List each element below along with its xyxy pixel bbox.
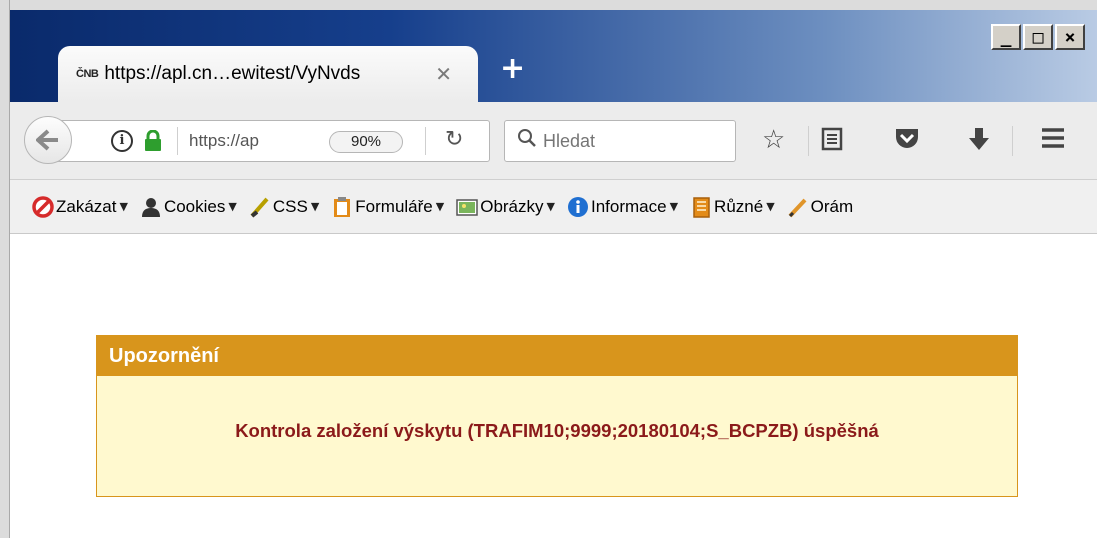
dropdown-caret-icon: ▼ (766, 200, 775, 213)
toolbar-item-label: CSS (272, 196, 308, 216)
reload-icon[interactable]: ↻ (445, 127, 463, 152)
dropdown-caret-icon: ▼ (669, 200, 679, 213)
toolbar-item-disable[interactable]: Zakázat ▼ (32, 195, 128, 218)
misc-icon (690, 196, 712, 218)
url-bar[interactable]: i https://ap 90% ↻ (50, 120, 490, 162)
menu-icon[interactable] (1040, 126, 1066, 156)
tab-close-icon[interactable]: ✕ (435, 62, 452, 86)
tab-favicon-icon: ČNB (76, 68, 99, 80)
alert-title: Upozornění (97, 336, 1017, 376)
dropdown-caret-icon: ▼ (119, 200, 128, 213)
cookies-icon (140, 196, 162, 218)
css-icon (249, 196, 271, 218)
info-icon[interactable]: i (111, 130, 133, 152)
zoom-level-badge[interactable]: 90% (329, 131, 403, 153)
window-frame-top (0, 0, 1097, 10)
toolbar-separator-2 (1012, 126, 1013, 156)
outline-icon (787, 196, 809, 218)
active-tab[interactable]: ČNB https://apl.cn…ewitest/VyNvds ✕ (58, 46, 478, 102)
dropdown-caret-icon: ▼ (435, 200, 445, 213)
close-window-button[interactable]: × (1055, 24, 1085, 50)
reading-list-icon[interactable] (820, 126, 844, 158)
title-bar: _ □ × ČNB https://apl.cn…ewitest/VyNvds … (10, 10, 1097, 102)
toolbar-item-label: Orám (810, 196, 854, 216)
toolbar-item-label: Různé (714, 196, 764, 216)
toolbar-item-label: Formuláře (355, 196, 433, 216)
maximize-button[interactable]: □ (1023, 24, 1053, 50)
toolbar-item-label: Cookies (163, 196, 226, 216)
navigation-bar: i https://ap 90% ↻ ☆ (10, 102, 1097, 180)
url-text[interactable]: https://ap (189, 131, 259, 151)
information-icon (567, 196, 589, 218)
back-button[interactable] (24, 116, 72, 164)
dropdown-caret-icon: ▼ (228, 200, 237, 213)
toolbar-separator (808, 126, 809, 156)
search-input[interactable] (543, 127, 723, 155)
disable-icon (32, 195, 54, 218)
dropdown-caret-icon: ▼ (310, 200, 320, 213)
alert-box: Upozornění Kontrola založení výskytu (TR… (96, 335, 1018, 497)
back-arrow-icon (36, 129, 58, 151)
web-developer-toolbar: Zakázat ▼ Cookies ▼ CSS ▼ Formuláře ▼ Ob… (10, 180, 1097, 234)
url-separator (177, 127, 178, 155)
alert-message: Kontrola založení výskytu (TRAFIM10;9999… (235, 420, 879, 441)
toolbar-item-label: Zakázat (56, 196, 117, 216)
tab-title: https://apl.cn…ewitest/VyNvds (104, 63, 361, 84)
download-icon[interactable] (968, 126, 990, 158)
toolbar-item-information[interactable]: Informace ▼ (567, 196, 678, 218)
minimize-button[interactable]: _ (991, 24, 1021, 50)
toolbar-item-label: Informace (590, 196, 667, 216)
lock-icon[interactable] (143, 129, 163, 156)
toolbar-item-forms[interactable]: Formuláře ▼ (331, 196, 444, 218)
window-frame-left (0, 0, 10, 538)
dropdown-caret-icon: ▼ (546, 200, 555, 213)
bookmark-star-icon[interactable]: ☆ (762, 126, 785, 154)
toolbar-item-css[interactable]: CSS ▼ (249, 196, 319, 218)
page-content: Upozornění Kontrola založení výskytu (TR… (10, 235, 1097, 538)
search-bar[interactable] (504, 120, 736, 162)
toolbar-item-cookies[interactable]: Cookies ▼ (140, 196, 237, 218)
url-separator-2 (425, 127, 426, 155)
toolbar-item-outline[interactable]: Orám (787, 196, 854, 218)
toolbar-item-images[interactable]: Obrázky ▼ (456, 196, 555, 218)
forms-icon (331, 196, 353, 218)
images-icon (456, 196, 478, 218)
search-icon (517, 128, 537, 153)
toolbar-item-label: Obrázky (480, 196, 544, 216)
toolbar-item-misc[interactable]: Různé ▼ (690, 196, 775, 218)
pocket-icon[interactable] (894, 126, 920, 156)
new-tab-button[interactable]: + (500, 54, 525, 84)
window-controls: _ □ × (991, 24, 1085, 50)
